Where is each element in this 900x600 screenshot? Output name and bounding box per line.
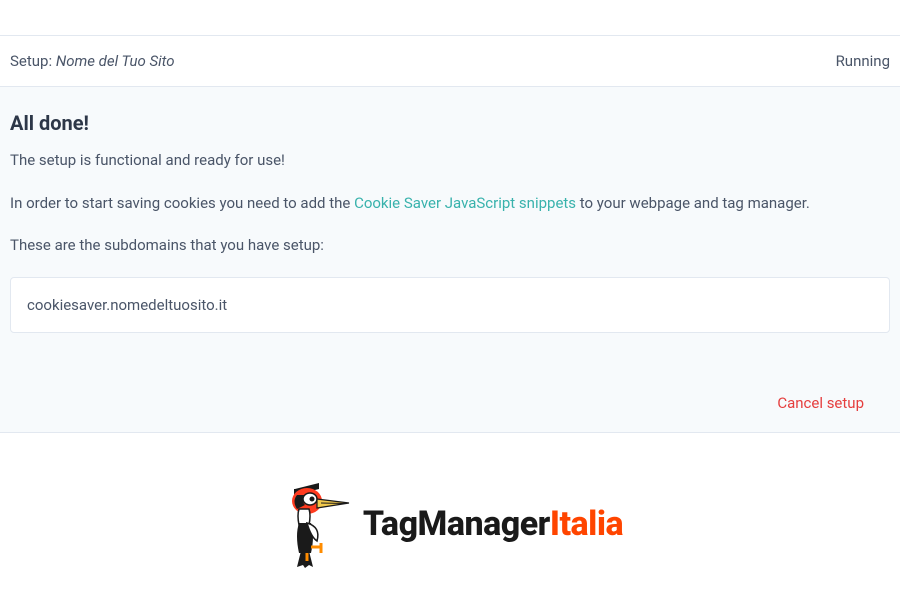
woodpecker-icon: [277, 475, 357, 574]
subdomain-box: cookiesaver.nomedeltuosito.it: [10, 277, 890, 333]
site-name: Nome del Tuo Sito: [56, 52, 175, 70]
logo-text-black: TagManager: [363, 504, 550, 544]
subdomains-label: These are the subdomains that you have s…: [10, 234, 890, 257]
subdomain-value: cookiesaver.nomedeltuosito.it: [27, 296, 227, 314]
setup-header-row: Setup: Nome del Tuo Sito Running: [0, 36, 900, 87]
setup-label: Setup:: [10, 52, 56, 70]
top-spacer: [0, 0, 900, 36]
logo-text: TagManagerItalia: [363, 504, 623, 544]
logo-text-orange: Italia: [550, 504, 623, 544]
cancel-row: Cancel setup: [10, 393, 890, 412]
logo-area: TagManagerItalia: [0, 433, 900, 574]
content-area: All done! The setup is functional and re…: [0, 87, 900, 433]
page-title: All done!: [10, 111, 890, 135]
snippet-suffix: to your webpage and tag manager.: [576, 194, 810, 212]
snippets-link[interactable]: Cookie Saver JavaScript snippets: [354, 194, 576, 212]
cancel-setup-button[interactable]: Cancel setup: [777, 394, 864, 412]
status-text: Running: [836, 52, 890, 70]
setup-functional-text: The setup is functional and ready for us…: [10, 149, 890, 172]
logo-wrapper: TagManagerItalia: [277, 475, 623, 574]
setup-title: Setup: Nome del Tuo Sito: [10, 52, 175, 70]
snippet-prefix: In order to start saving cookies you nee…: [10, 194, 354, 212]
snippet-instruction-text: In order to start saving cookies you nee…: [10, 192, 890, 215]
